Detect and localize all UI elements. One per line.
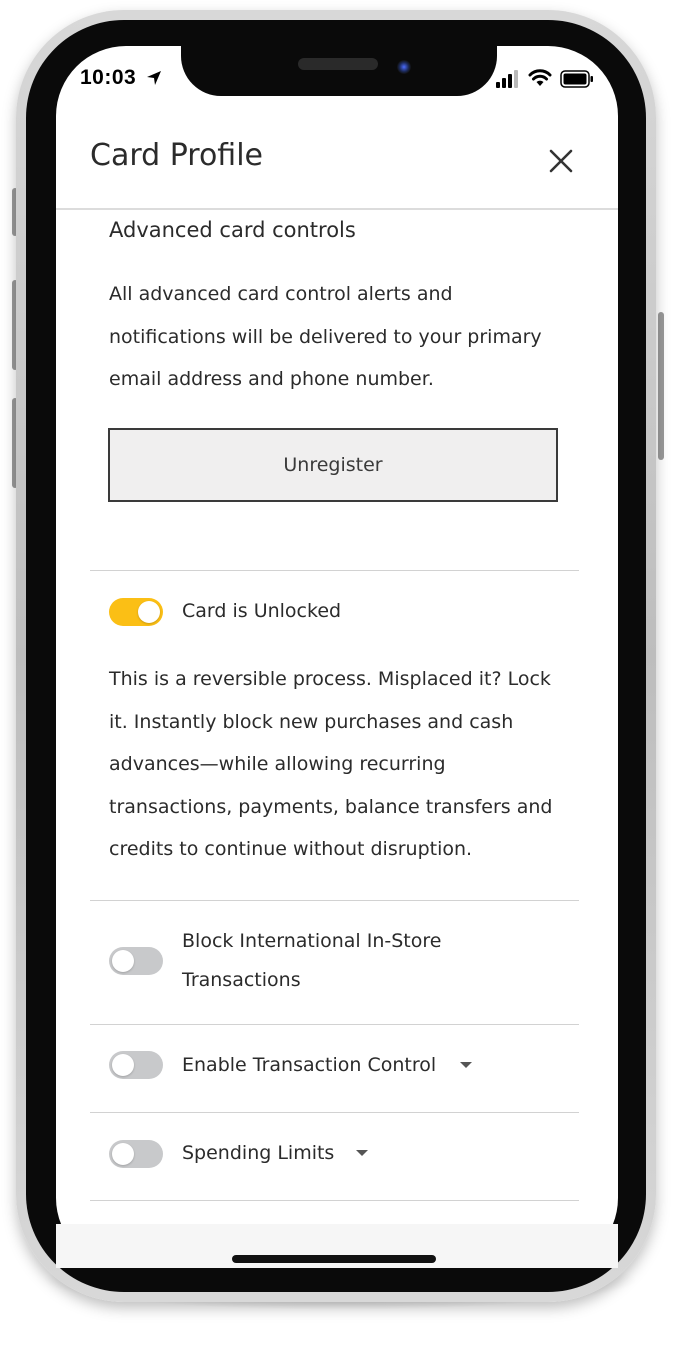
toggle-knob — [112, 950, 134, 972]
power-button — [658, 312, 664, 460]
chevron-down-icon[interactable] — [460, 1062, 472, 1068]
card-lock-label: Card is Unlocked — [182, 600, 342, 622]
transaction-control-label: Enable Transaction Control — [182, 1054, 437, 1076]
card-lock-toggle[interactable] — [109, 598, 163, 626]
header-divider — [56, 208, 618, 210]
toggle-knob — [112, 1054, 134, 1076]
section-divider — [90, 1112, 579, 1113]
unregister-button[interactable]: Unregister — [108, 428, 558, 502]
section-divider — [90, 1024, 579, 1025]
cellular-signal-icon — [496, 70, 518, 88]
advanced-controls-heading: Advanced card controls — [109, 218, 356, 242]
transaction-control-toggle[interactable] — [109, 1051, 163, 1079]
block-international-label: Block International In-Store — [182, 930, 442, 952]
page-title: Card Profile — [90, 138, 263, 173]
block-international-toggle[interactable] — [109, 947, 163, 975]
battery-icon — [560, 70, 593, 88]
spending-limits-toggle[interactable] — [109, 1140, 163, 1168]
chevron-down-icon[interactable] — [356, 1150, 368, 1156]
front-camera — [397, 60, 411, 74]
spending-limits-label: Spending Limits — [182, 1142, 335, 1164]
section-divider — [90, 900, 579, 901]
location-arrow-icon — [147, 71, 161, 85]
block-international-label-line2: Transactions — [182, 969, 301, 991]
status-time: 10:03 — [80, 66, 137, 89]
section-divider — [90, 570, 579, 571]
earpiece-speaker — [298, 58, 378, 70]
toggle-knob — [112, 1143, 134, 1165]
section-divider — [90, 1200, 579, 1201]
wifi-icon — [528, 69, 552, 86]
advanced-controls-description: All advanced card control alerts and not… — [109, 283, 542, 390]
card-lock-description: This is a reversible process. Misplaced … — [109, 668, 553, 860]
toggle-knob — [138, 601, 160, 623]
device-mockup: 10:03 Card Profile Advanced card control… — [0, 0, 675, 1350]
close-icon[interactable] — [544, 144, 578, 178]
notch — [181, 46, 497, 96]
home-indicator[interactable] — [232, 1255, 436, 1263]
